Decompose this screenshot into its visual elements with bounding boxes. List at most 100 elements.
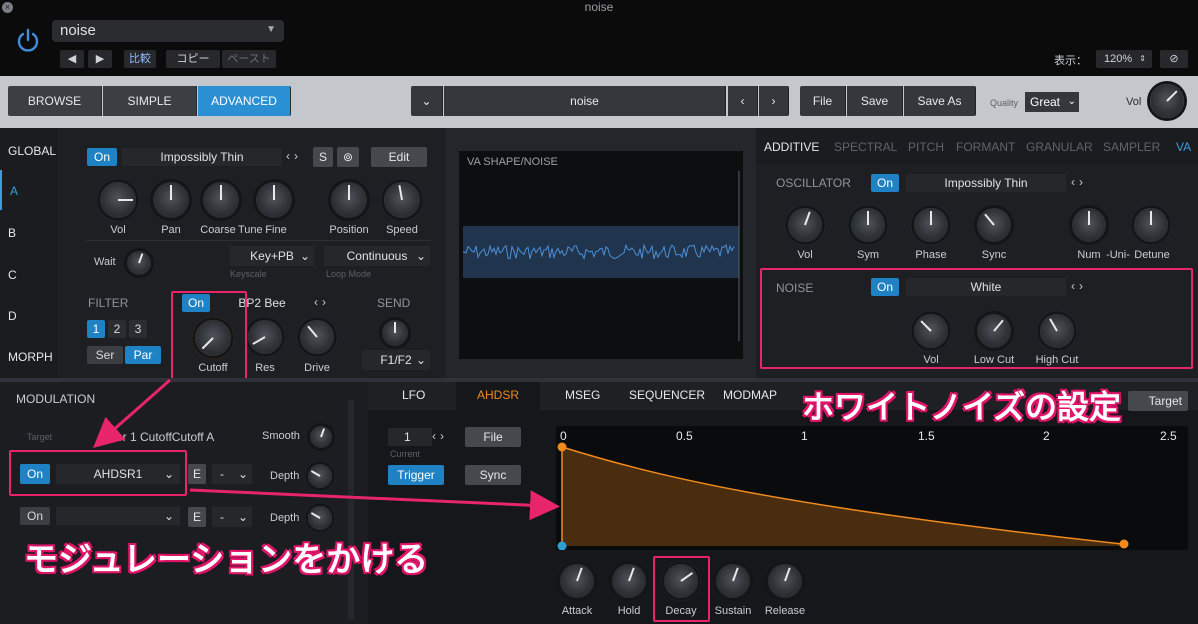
sidebar-item-d[interactable]: D <box>0 295 58 335</box>
tab-formant[interactable]: FORMANT <box>956 140 1015 154</box>
tab-browse[interactable]: BROWSE <box>8 86 102 116</box>
envelope-arrows-icon[interactable]: ‹› <box>432 429 448 443</box>
wait-knob[interactable] <box>127 251 151 275</box>
filter-3-button[interactable]: 3 <box>129 320 147 338</box>
compare-button[interactable]: 比較 <box>124 50 156 68</box>
sync-knob[interactable] <box>977 208 1011 242</box>
smooth-knob[interactable] <box>310 426 332 448</box>
coarse-knob[interactable] <box>203 182 239 218</box>
osc-a-on-button[interactable]: On <box>87 148 117 166</box>
preset-dropdown[interactable]: noise ▼ <box>52 20 284 42</box>
solo-button[interactable]: S <box>313 147 333 167</box>
hold-knob[interactable] <box>612 564 646 598</box>
va-vol-knob[interactable] <box>788 208 822 242</box>
tab-pitch[interactable]: PITCH <box>908 140 944 154</box>
file-button[interactable]: File <box>800 86 846 116</box>
va-osc-wave-select[interactable]: Impossibly Thin <box>906 174 1066 192</box>
paste-button[interactable]: ペースト <box>222 50 276 68</box>
zoom-select[interactable]: 120% ⇕ <box>1096 50 1152 68</box>
envelope-index[interactable]: 1 <box>388 428 432 446</box>
tab-ahdsr[interactable]: AHDSR <box>477 388 519 402</box>
quality-select[interactable]: Great ⌄ <box>1025 92 1079 112</box>
prev-icon[interactable]: ‹ <box>728 86 758 116</box>
tab-sequencer[interactable]: SEQUENCER <box>629 388 705 402</box>
mod-1-e-button[interactable]: E <box>188 464 206 484</box>
preset-menu-chevron-icon[interactable]: ⌄ <box>411 86 443 116</box>
tab-granular[interactable]: GRANULAR <box>1026 140 1093 154</box>
close-icon[interactable]: × <box>2 2 13 13</box>
keyscale-select[interactable]: Key+PB ⌄ <box>230 246 314 266</box>
filter-arrows-icon[interactable]: ‹› <box>314 295 330 309</box>
parallel-button[interactable]: Par <box>125 346 161 364</box>
send-select[interactable]: F1/F2 ⌄ <box>362 350 430 370</box>
sync-button[interactable]: Sync <box>465 465 521 485</box>
va-wave-arrows-icon[interactable]: ‹› <box>1071 175 1087 189</box>
envelope-file-button[interactable]: File <box>465 427 521 447</box>
save-as-button[interactable]: Save As <box>904 86 976 116</box>
loop-mode-select[interactable]: Continuous ⌄ <box>324 246 430 266</box>
position-knob[interactable] <box>331 182 367 218</box>
sustain-knob[interactable] <box>716 564 750 598</box>
sidebar-item-global[interactable]: GLOBAL <box>0 130 58 170</box>
filter-2-button[interactable]: 2 <box>108 320 126 338</box>
mod-2-source-select[interactable]: ⌄ <box>56 507 180 525</box>
mod-2-on-button[interactable]: On <box>20 507 50 525</box>
smooth-label: Smooth <box>262 430 300 442</box>
detune-knob[interactable] <box>1134 208 1168 242</box>
tab-lfo[interactable]: LFO <box>402 388 425 402</box>
copy-button[interactable]: コピー <box>166 50 220 68</box>
mod-2-e-button[interactable]: E <box>188 507 206 527</box>
power-icon[interactable] <box>14 26 42 54</box>
envelope-curve[interactable] <box>556 426 1188 550</box>
pan-knob[interactable] <box>153 182 189 218</box>
num-knob[interactable] <box>1072 208 1106 242</box>
link-icon[interactable]: ⊘ <box>1160 50 1188 68</box>
mod-2-depth-knob[interactable] <box>308 506 332 530</box>
scrollbar[interactable] <box>348 400 354 620</box>
tab-modmap[interactable]: MODMAP <box>723 388 777 402</box>
send-knob[interactable] <box>382 320 408 346</box>
tab-mseg[interactable]: MSEG <box>565 388 600 402</box>
next-preset-button[interactable]: ▶ <box>88 50 112 68</box>
osc-vol-knob[interactable] <box>100 182 136 218</box>
preset-display[interactable]: noise <box>444 86 726 116</box>
phase-knob[interactable] <box>914 208 948 242</box>
tab-simple[interactable]: SIMPLE <box>103 86 197 116</box>
save-button[interactable]: Save <box>847 86 903 116</box>
tab-spectral[interactable]: SPECTRAL <box>834 140 897 154</box>
tab-va[interactable]: VA <box>1176 140 1191 154</box>
sidebar-item-morph[interactable]: MORPH <box>0 336 58 376</box>
next-icon[interactable]: › <box>759 86 789 116</box>
attack-point[interactable] <box>557 442 567 452</box>
sym-knob[interactable] <box>851 208 885 242</box>
prev-preset-button[interactable]: ◀ <box>60 50 84 68</box>
link-rings-icon[interactable]: ⊚ <box>337 147 359 167</box>
res-knob[interactable] <box>248 320 282 354</box>
sidebar-item-b[interactable]: B <box>0 212 58 252</box>
drive-knob[interactable] <box>300 320 334 354</box>
wave-arrows-icon[interactable]: ‹› <box>286 149 302 163</box>
filter-1-button[interactable]: 1 <box>87 320 105 338</box>
fine-knob[interactable] <box>256 182 292 218</box>
master-vol-knob[interactable] <box>1150 84 1184 118</box>
tab-sampler[interactable]: SAMPLER <box>1103 140 1160 154</box>
release-point[interactable] <box>1119 539 1129 549</box>
sidebar-item-a[interactable]: A <box>0 170 58 210</box>
va-osc-on-button[interactable]: On <box>871 174 899 192</box>
mod-2-curve-select[interactable]: - ⌄ <box>212 507 252 527</box>
attack-knob[interactable] <box>560 564 594 598</box>
mod-1-curve-select[interactable]: - ⌄ <box>212 464 252 484</box>
edit-button[interactable]: Edit <box>371 147 427 167</box>
speed-knob[interactable] <box>384 182 420 218</box>
target-button[interactable]: Target <box>1128 391 1188 411</box>
osc-a-wave-select[interactable]: Impossibly Thin <box>122 148 282 166</box>
trigger-button[interactable]: Trigger <box>388 465 444 485</box>
sidebar-item-c[interactable]: C <box>0 254 58 294</box>
tab-advanced[interactable]: ADVANCED <box>198 86 291 116</box>
mod-1-depth-knob[interactable] <box>308 464 332 488</box>
release-knob[interactable] <box>768 564 802 598</box>
drive-label: Drive <box>304 362 330 374</box>
send-value: F1/F2 <box>380 353 412 367</box>
serial-button[interactable]: Ser <box>87 346 123 364</box>
tab-additive[interactable]: ADDITIVE <box>764 140 819 154</box>
